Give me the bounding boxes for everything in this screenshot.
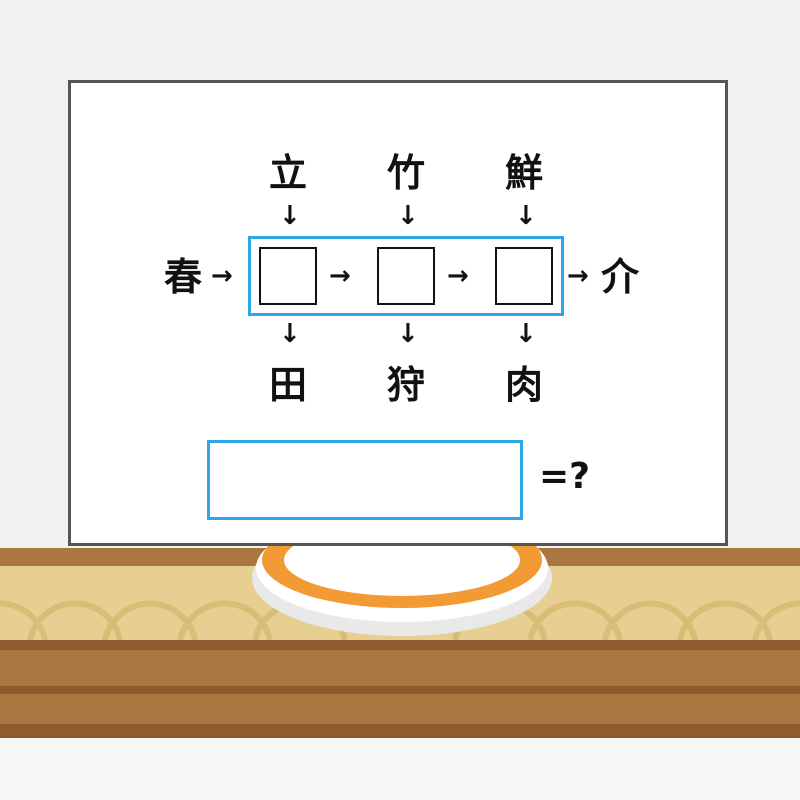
question-mark-label: =? [539, 456, 591, 497]
kanji-top-1: 立 [268, 151, 307, 195]
kanji-bottom-1: 田 [268, 363, 307, 407]
kanji-bottom-3: 肉 [504, 363, 543, 407]
arrow-down-bottom-2: ↓ [397, 319, 419, 349]
blank-slot-1 [259, 247, 317, 305]
arrow-right-in: → [211, 261, 233, 291]
kanji-top-2: 竹 [386, 151, 425, 195]
arrow-down-bottom-1: ↓ [279, 319, 301, 349]
arrow-down-top-2: ↓ [397, 201, 419, 231]
arrow-right-2: → [447, 261, 469, 291]
arrow-right-out: → [567, 261, 589, 291]
arrow-down-bottom-3: ↓ [515, 319, 537, 349]
puzzle-board: 立 竹 鮮 ↓ ↓ ↓ 春 → → → → 介 ↓ ↓ ↓ 田 狩 肉 =? [68, 80, 728, 546]
kanji-right: 介 [600, 255, 639, 299]
kanji-bottom-2: 狩 [386, 363, 425, 407]
answer-box [207, 440, 523, 520]
blank-slot-2 [377, 247, 435, 305]
kanji-left: 春 [163, 255, 202, 299]
arrow-right-1: → [329, 261, 351, 291]
arrow-down-top-1: ↓ [279, 201, 301, 231]
chain-highlight-frame [248, 236, 564, 316]
blank-slot-3 [495, 247, 553, 305]
kanji-top-3: 鮮 [504, 151, 543, 195]
arrow-down-top-3: ↓ [515, 201, 537, 231]
